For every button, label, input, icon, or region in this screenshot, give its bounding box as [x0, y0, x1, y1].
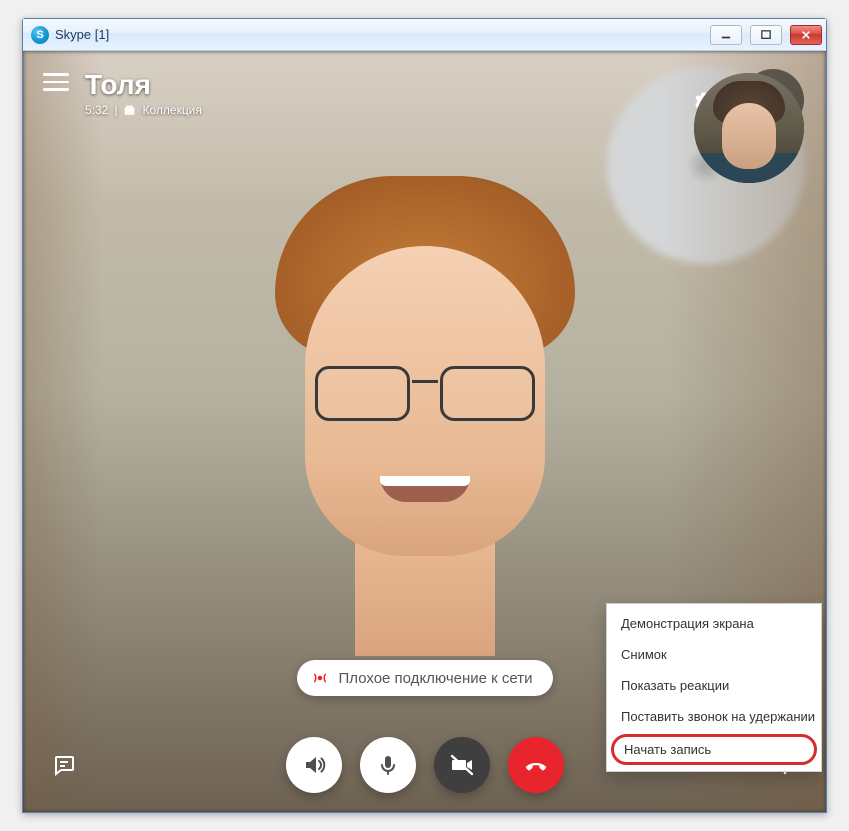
remote-person	[245, 176, 605, 656]
collection-icon	[123, 104, 136, 117]
chat-button[interactable]	[49, 750, 79, 780]
contact-name: Толя	[85, 69, 202, 101]
call-area: Толя 5:32 | Коллекция	[23, 51, 826, 812]
skype-icon: S	[31, 26, 49, 44]
collection-label[interactable]: Коллекция	[142, 103, 201, 117]
meta-separator: |	[114, 103, 117, 117]
hamburger-menu-button[interactable]	[43, 69, 69, 95]
connection-status-pill: Плохое подключение к сети	[296, 660, 552, 696]
self-video-pip[interactable]	[694, 73, 804, 183]
menu-item-screen-share[interactable]: Демонстрация экрана	[607, 608, 821, 639]
signal-weak-icon	[310, 669, 328, 687]
close-button[interactable]	[790, 25, 822, 45]
close-x-icon	[801, 30, 811, 40]
call-duration: 5:32	[85, 103, 108, 117]
skype-icon-letter: S	[36, 29, 43, 41]
connection-message: Плохое подключение к сети	[338, 670, 532, 687]
end-call-icon	[524, 753, 548, 777]
menu-item-snapshot[interactable]: Снимок	[607, 639, 821, 670]
microphone-button[interactable]	[360, 737, 416, 793]
maximize-icon	[761, 30, 771, 40]
chat-icon	[52, 753, 76, 777]
more-options-menu: Демонстрация экрана Снимок Показать реак…	[606, 603, 822, 772]
menu-item-show-reactions[interactable]: Показать реакции	[607, 670, 821, 701]
call-info: Толя 5:32 | Коллекция	[85, 69, 202, 117]
menu-item-start-recording[interactable]: Начать запись	[611, 734, 817, 765]
app-window: S Skype [1] Толя	[22, 18, 827, 813]
call-meta: 5:32 | Коллекция	[85, 103, 202, 117]
speaker-button[interactable]	[286, 737, 342, 793]
menu-item-hold-call[interactable]: Поставить звонок на удержании	[607, 701, 821, 732]
camera-off-icon	[450, 753, 474, 777]
speaker-icon	[302, 753, 326, 777]
titlebar: S Skype [1]	[23, 19, 826, 51]
microphone-icon	[376, 753, 400, 777]
window-title: Skype [1]	[55, 27, 109, 42]
minimize-icon	[721, 30, 731, 40]
minimize-button[interactable]	[710, 25, 742, 45]
maximize-button[interactable]	[750, 25, 782, 45]
camera-off-button[interactable]	[434, 737, 490, 793]
end-call-button[interactable]	[508, 737, 564, 793]
